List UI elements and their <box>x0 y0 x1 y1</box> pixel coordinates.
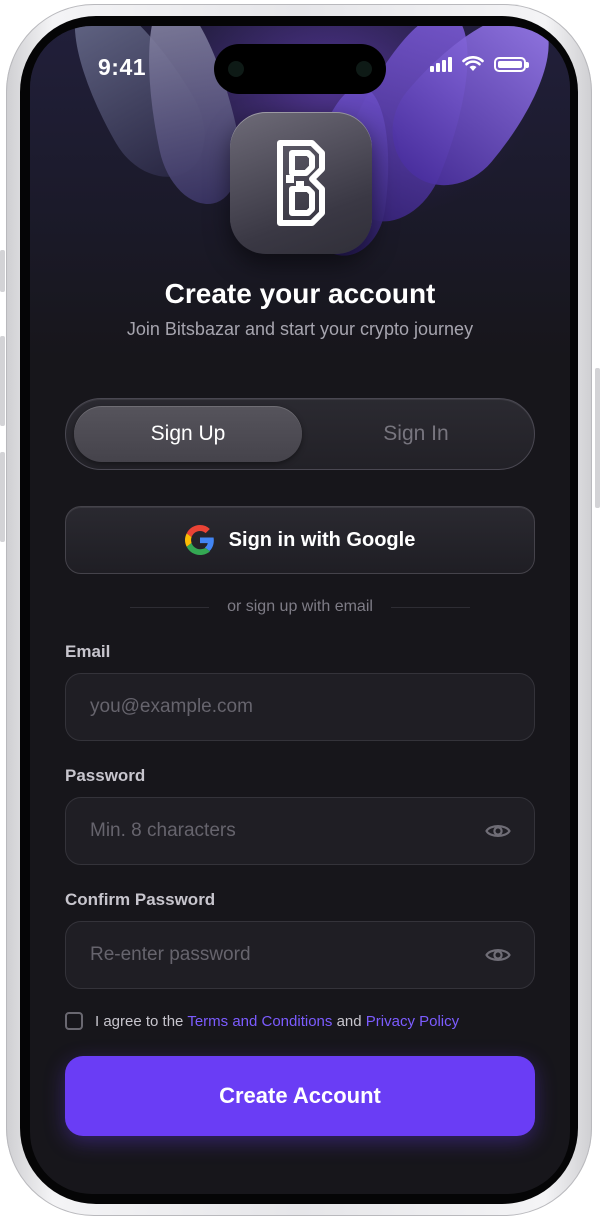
terms-text: I agree to the Terms and Conditions and … <box>95 1013 459 1030</box>
page-title: Create your account <box>164 278 436 309</box>
tab-sign-in[interactable]: Sign In <box>302 406 530 462</box>
eye-icon <box>485 825 511 837</box>
wifi-icon <box>462 56 484 71</box>
google-button-label: Sign in with Google <box>228 528 416 551</box>
dynamic-island <box>214 44 386 94</box>
google-icon <box>184 525 214 555</box>
screen: 9:41 Create your account Join Bitsbazar … <box>30 26 570 1194</box>
eye-icon <box>485 949 511 961</box>
confirm-password-visibility-toggle[interactable] <box>484 941 512 969</box>
create-account-button[interactable]: Create Account <box>65 1056 535 1136</box>
battery-icon <box>494 56 529 72</box>
email-field[interactable] <box>88 695 512 719</box>
password-field[interactable] <box>88 819 484 843</box>
terms-agreement: I agree to the Terms and Conditions and … <box>65 1012 459 1030</box>
bitsbazar-logo-icon <box>277 140 325 226</box>
email-field-container <box>65 673 535 741</box>
sensor-icon <box>356 61 372 77</box>
status-icons <box>430 56 529 72</box>
google-sign-in-button[interactable]: Sign in with Google <box>65 506 535 574</box>
password-visibility-toggle[interactable] <box>484 817 512 845</box>
email-divider: or sign up with email <box>130 598 470 616</box>
password-label: Password <box>65 766 146 785</box>
terms-link[interactable]: Terms and Conditions <box>187 1013 332 1030</box>
confirm-password-field-container <box>65 921 535 989</box>
volume-up-button <box>0 336 5 426</box>
app-logo <box>230 112 372 254</box>
tab-sign-up[interactable]: Sign Up <box>74 406 302 462</box>
confirm-password-field[interactable] <box>88 943 484 967</box>
privacy-policy-link[interactable]: Privacy Policy <box>366 1013 459 1030</box>
status-time: 9:41 <box>98 54 147 80</box>
power-button <box>595 368 600 508</box>
terms-prefix: I agree to the <box>95 1012 184 1030</box>
action-button <box>0 250 5 292</box>
volume-down-button <box>0 452 5 542</box>
terms-checkbox[interactable] <box>65 1012 83 1030</box>
divider-text: or sign up with email <box>227 598 373 615</box>
cellular-signal-icon <box>430 56 452 72</box>
confirm-password-label: Confirm Password <box>65 890 216 909</box>
page-subtitle: Join Bitsbazar and start your crypto jou… <box>126 319 474 339</box>
camera-icon <box>228 61 244 77</box>
auth-mode-toggle: Sign Up Sign In <box>65 398 535 470</box>
terms-middle: and <box>336 1012 362 1030</box>
password-field-container <box>65 797 535 865</box>
email-label: Email <box>65 642 111 661</box>
